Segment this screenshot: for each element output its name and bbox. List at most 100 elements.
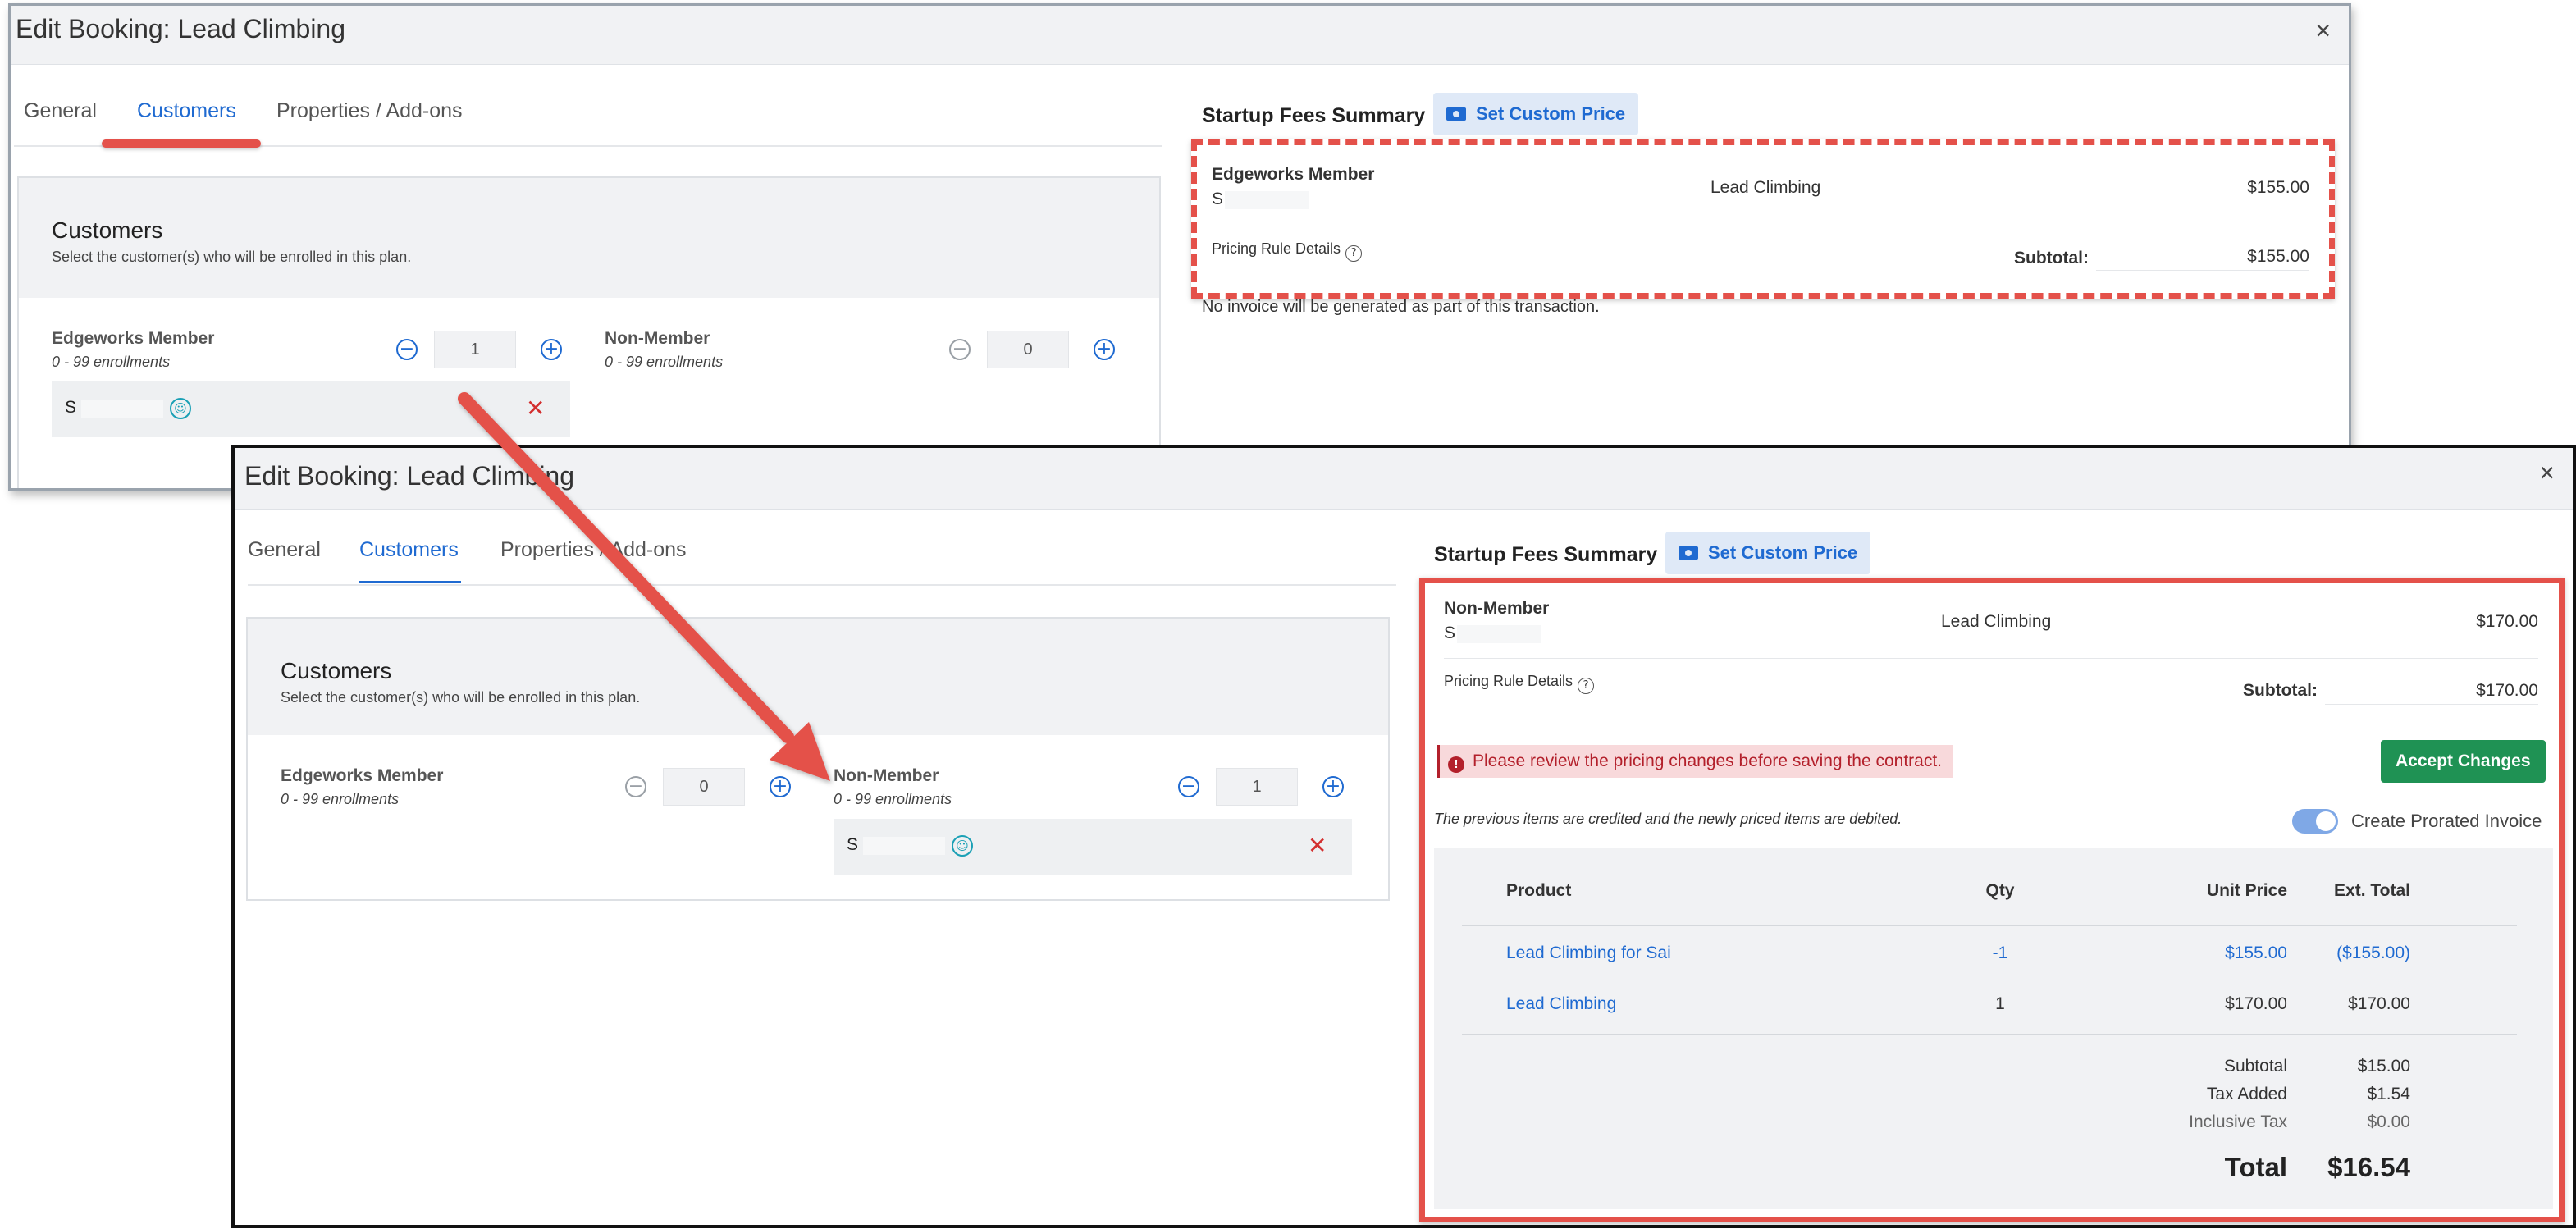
money-icon (1446, 107, 1466, 121)
subtotal-label: Subtotal: (2243, 681, 2318, 700)
dialog-title: Edit Booking: Lead Climbing (16, 14, 346, 43)
totals-value: $1.54 (2367, 1085, 2410, 1103)
tab-customers[interactable]: Customers (359, 538, 459, 562)
summary-card: Non-Member S Lead Climbing $170.00 Prici… (1442, 587, 2553, 710)
plus-circle-icon[interactable]: + (541, 339, 562, 360)
active-tab-indicator (359, 581, 461, 583)
totals-label: Subtotal (2223, 1057, 2287, 1076)
credit-note: The previous items are credited and the … (1434, 811, 1902, 827)
tab-properties-addons[interactable]: Properties / Add-ons (276, 99, 463, 123)
totals-label: Tax Added (2206, 1085, 2287, 1103)
minus-circle-icon[interactable]: − (396, 339, 418, 360)
table-row-ext-total[interactable]: ($155.00) (2287, 943, 2410, 963)
quantity-stepper-member[interactable]: 1 (434, 331, 516, 368)
redacted-name (1457, 625, 1541, 643)
customers-panel: Customers Select the customer(s) who wil… (246, 617, 1390, 901)
summary-member-type: Non-Member (1444, 599, 1550, 618)
group-name-member: Edgeworks Member (281, 766, 444, 785)
table-row-unit-price: $170.00 (2225, 994, 2287, 1013)
table-row-product[interactable]: Lead Climbing (1506, 994, 1616, 1014)
quantity-stepper-nonmember[interactable]: 0 (987, 331, 1069, 368)
plus-circle-icon[interactable]: + (1322, 776, 1344, 797)
minus-circle-icon[interactable]: − (625, 776, 646, 797)
minus-circle-icon[interactable]: − (1178, 776, 1199, 797)
tab-bar: General Customers Properties / Add-ons (14, 88, 1162, 147)
tab-bar: General Customers Properties / Add-ons (248, 527, 1396, 586)
dialog-title: Edit Booking: Lead Climbing (244, 461, 575, 491)
pricing-rule-details[interactable]: Pricing Rule Details? (1212, 240, 1363, 262)
group-name-nonmember: Non-Member (834, 766, 939, 785)
col-header-product: Product (1506, 881, 1572, 900)
accept-changes-button[interactable]: Accept Changes (2381, 740, 2546, 783)
summary-customer: S (1444, 624, 1456, 642)
customers-panel: Customers Select the customer(s) who wil… (17, 176, 1161, 488)
divider (1462, 1034, 2517, 1035)
customer-name: S (847, 835, 859, 854)
subtotal-label: Subtotal: (2014, 249, 2089, 267)
pricing-rule-details[interactable]: Pricing Rule Details? (1444, 673, 1595, 694)
tab-properties-addons[interactable]: Properties / Add-ons (500, 538, 687, 562)
divider (1444, 658, 2538, 659)
redacted-name (81, 400, 163, 418)
group-range-member: 0 - 99 enrollments (281, 791, 400, 807)
summary-product: Lead Climbing (1941, 612, 2052, 631)
summary-customer: S (1212, 190, 1224, 208)
tab-customers[interactable]: Customers (137, 99, 236, 123)
table-row-ext-total: $170.00 (2348, 994, 2410, 1013)
minus-circle-icon[interactable]: − (949, 339, 971, 360)
col-header-ext-total: Ext. Total (2334, 881, 2410, 900)
prorated-invoice-toggle[interactable] (2292, 809, 2338, 834)
group-range-nonmember: 0 - 99 enrollments (834, 791, 952, 807)
customers-heading: Customers (52, 217, 163, 243)
table-row-product[interactable]: Lead Climbing for Sai (1506, 943, 1671, 963)
group-range-nonmember: 0 - 99 enrollments (605, 354, 724, 370)
set-custom-price-button[interactable]: Set Custom Price (1433, 93, 1639, 135)
col-header-qty: Qty (1985, 881, 2015, 900)
group-name-member: Edgeworks Member (52, 329, 215, 348)
redacted-name (1225, 191, 1309, 209)
tab-general[interactable]: General (248, 538, 321, 562)
quantity-stepper-nonmember[interactable]: 1 (1216, 768, 1298, 806)
plus-circle-icon[interactable]: + (770, 776, 791, 797)
pricing-change-alert: ! Please review the pricing changes befor… (1437, 745, 1953, 778)
summary-card: Edgeworks Member S Lead Climbing $155.00… (1210, 153, 2324, 276)
close-icon[interactable]: × (2539, 458, 2555, 488)
grand-total-value: $16.54 (2327, 1152, 2410, 1182)
edit-booking-dialog-after: Edit Booking: Lead Climbing × General Cu… (231, 445, 2576, 1228)
summary-title: Startup Fees Summary (1202, 104, 1426, 127)
delete-x-icon[interactable]: ✕ (526, 395, 545, 422)
summary-price: $170.00 (2476, 612, 2538, 631)
totals-value: $15.00 (2357, 1057, 2410, 1076)
tab-general[interactable]: General (24, 99, 97, 123)
dialog-titlebar: Edit Booking: Lead Climbing × (235, 448, 2573, 510)
help-circle-icon[interactable]: ? (1345, 245, 1363, 262)
divider (1462, 925, 2517, 926)
edit-booking-dialog-before: Edit Booking: Lead Climbing × General Cu… (8, 3, 2351, 491)
subtotal-value: $155.00 (2247, 247, 2309, 266)
customers-subheading: Select the customer(s) who will be enrol… (52, 249, 412, 265)
active-tab-indicator (137, 142, 247, 144)
col-header-unit-price: Unit Price (2206, 881, 2287, 900)
customer-name: S (65, 398, 77, 417)
table-row-qty[interactable]: -1 (1975, 943, 2025, 963)
quantity-stepper-member[interactable]: 0 (663, 768, 745, 806)
money-icon (1679, 546, 1698, 560)
person-circle-icon[interactable]: ☺ (952, 835, 973, 857)
close-icon[interactable]: × (2315, 16, 2331, 46)
customers-subheading: Select the customer(s) who will be enrol… (281, 689, 641, 706)
customers-header: Customers Select the customer(s) who wil… (248, 619, 1388, 735)
grand-total-label: Total (2224, 1152, 2287, 1182)
pricing-changes-table: Product Qty Unit Price Ext. Total Lead C… (1434, 848, 2553, 1209)
delete-x-icon[interactable]: ✕ (1308, 832, 1327, 859)
help-circle-icon[interactable]: ? (1578, 678, 1595, 694)
summary-product: Lead Climbing (1710, 178, 1821, 197)
summary-title: Startup Fees Summary (1434, 543, 1658, 566)
dialog-titlebar: Edit Booking: Lead Climbing × (11, 6, 2349, 65)
plus-circle-icon[interactable]: + (1094, 339, 1115, 360)
table-row-unit-price[interactable]: $155.00 (2123, 943, 2287, 963)
summary-member-type: Edgeworks Member (1212, 165, 1375, 184)
customer-row: S ☺ ✕ (52, 381, 570, 437)
person-circle-icon[interactable]: ☺ (170, 398, 191, 419)
set-custom-price-button[interactable]: Set Custom Price (1665, 532, 1871, 574)
redacted-name (863, 837, 945, 855)
